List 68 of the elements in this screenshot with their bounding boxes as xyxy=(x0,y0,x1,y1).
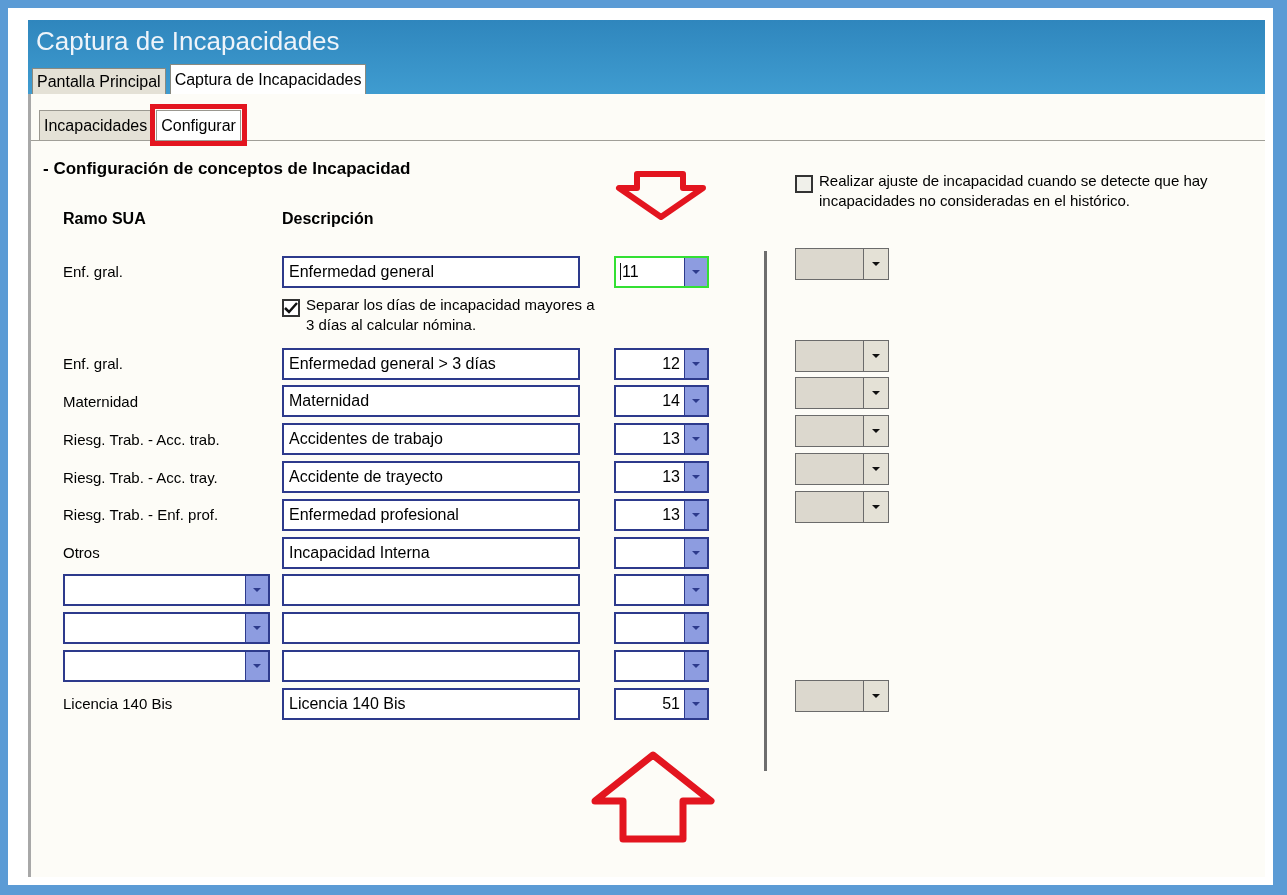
main-tab[interactable]: Pantalla Principal xyxy=(32,68,166,94)
caret-icon xyxy=(252,625,262,632)
ramo-dropdown[interactable] xyxy=(63,612,270,645)
ramo-label: Enf. gral. xyxy=(63,263,125,281)
description-field[interactable]: Enfermedad profesional xyxy=(282,498,580,531)
caret-icon xyxy=(691,436,701,443)
sub-tab[interactable]: Incapacidades xyxy=(39,110,153,140)
code-dropdown[interactable]: 14 xyxy=(614,385,709,418)
description-field[interactable] xyxy=(282,612,580,645)
caret-icon xyxy=(871,390,881,397)
description-field[interactable]: Accidentes de trabajo xyxy=(282,423,580,456)
description-field[interactable]: Incapacidad Interna xyxy=(282,536,580,569)
column-header: Descripción xyxy=(282,210,375,228)
caret-icon xyxy=(691,360,701,367)
caret-icon xyxy=(691,625,701,632)
main-tab[interactable]: Captura de Incapacidades xyxy=(169,64,367,94)
up-arrow-icon xyxy=(589,751,717,843)
section-title: - Configuración de conceptos de Incapacidad xyxy=(43,159,412,179)
code-dropdown[interactable] xyxy=(614,574,709,607)
caret-icon xyxy=(871,503,881,510)
ramo-label: Riesg. Trab. - Acc. trab. xyxy=(63,430,221,448)
description-field[interactable]: Enfermedad general xyxy=(282,255,580,288)
column-header: Ramo SUA xyxy=(63,210,147,228)
code-dropdown[interactable]: 12 xyxy=(614,347,709,380)
description-field[interactable]: Enfermedad general > 3 días xyxy=(282,347,580,380)
checkbox[interactable] xyxy=(795,175,813,193)
ramo-label: Maternidad xyxy=(63,393,140,410)
down-arrow-icon xyxy=(615,171,707,221)
caret-icon xyxy=(691,663,701,670)
caret-icon xyxy=(691,700,701,707)
description-field[interactable] xyxy=(282,574,580,607)
caret-icon xyxy=(691,587,701,594)
text-cursor-icon xyxy=(620,263,621,281)
ramo-label: Otros xyxy=(63,544,101,562)
code-dropdown[interactable]: 13 xyxy=(614,498,709,531)
caret-icon xyxy=(871,428,881,435)
caret-icon xyxy=(691,398,701,405)
code-dropdown[interactable] xyxy=(614,612,709,645)
ramo-dropdown[interactable] xyxy=(63,650,270,683)
caret-icon xyxy=(252,587,262,594)
ramo-label: Licencia 140 Bis xyxy=(63,695,174,713)
code-dropdown[interactable]: 13 xyxy=(614,423,709,456)
ramo-dropdown[interactable] xyxy=(63,574,270,607)
description-field[interactable]: Licencia 140 Bis xyxy=(282,687,580,720)
caret-icon xyxy=(871,466,881,473)
description-field[interactable] xyxy=(282,650,580,683)
code-dropdown[interactable] xyxy=(614,536,709,569)
code-dropdown[interactable] xyxy=(614,650,709,683)
code-dropdown[interactable]: 51 xyxy=(614,687,709,720)
checkbox-label: Separar los días de incapacidad mayores a 3 días al calcular nómina. xyxy=(306,294,596,335)
code-dropdown[interactable]: 11 xyxy=(614,255,709,288)
checkbox-label: Realizar ajuste de incapacidad cuando se detecte que hay incapacidades no consideradas en el histórico. xyxy=(819,171,1209,211)
ramo-label: Riesg. Trab. - Acc. tray. xyxy=(63,468,219,486)
caret-icon xyxy=(871,692,881,699)
ramo-label: Riesg. Trab. - Enf. prof. xyxy=(63,506,220,524)
caret-icon xyxy=(691,268,701,275)
caret-icon xyxy=(691,474,701,481)
checkbox[interactable] xyxy=(282,298,300,317)
description-field[interactable]: Maternidad xyxy=(282,385,580,418)
window-title: Captura de Incapacidades xyxy=(35,26,341,58)
description-field[interactable]: Accidente de trayecto xyxy=(282,461,580,494)
code-dropdown[interactable]: 13 xyxy=(614,461,709,494)
caret-icon xyxy=(691,549,701,556)
caret-icon xyxy=(252,663,262,670)
caret-icon xyxy=(871,352,881,359)
caret-icon xyxy=(691,511,701,518)
caret-icon xyxy=(871,260,881,267)
ramo-label: Enf. gral. xyxy=(63,355,125,373)
